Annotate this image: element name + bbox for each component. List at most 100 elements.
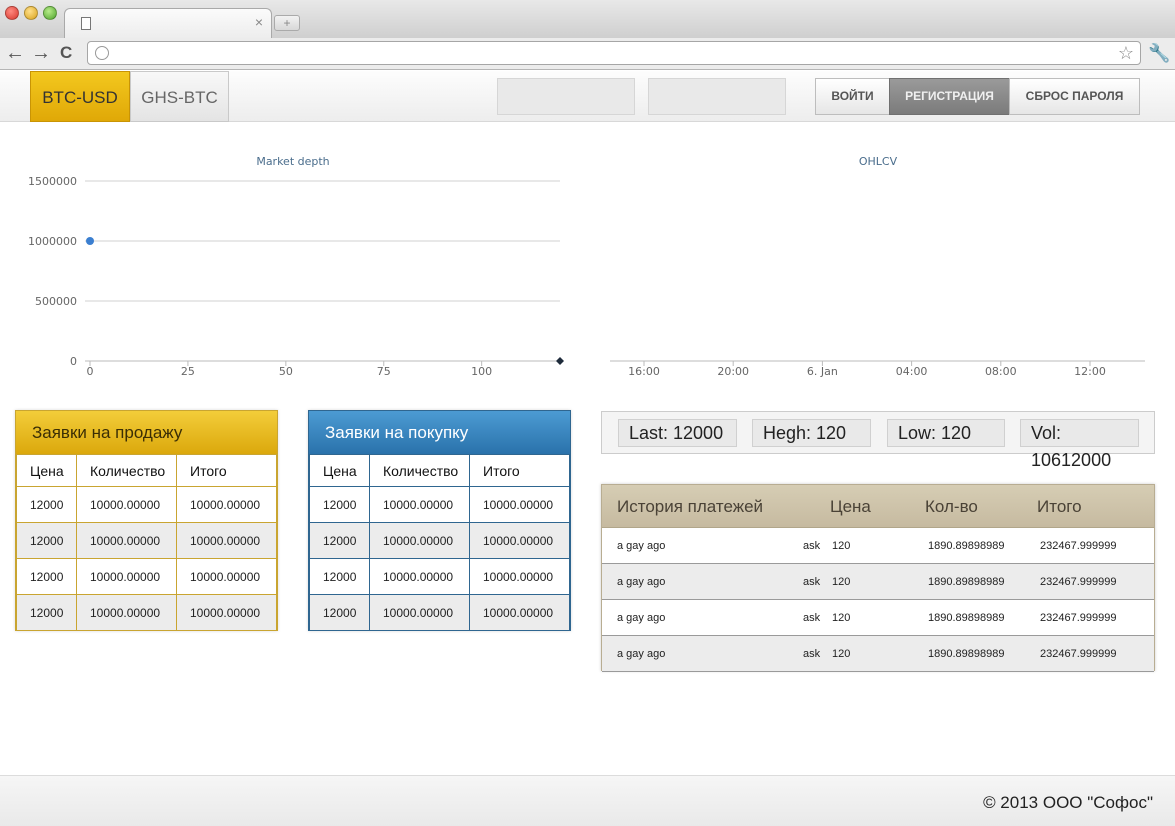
reset-password-button[interactable]: СБРОС ПАРОЛЯ [1009, 78, 1140, 115]
low-price-stat: Low: 120 [887, 419, 1005, 447]
type-cell: ask [803, 612, 821, 624]
type-cell: ask [803, 576, 821, 588]
close-window-button[interactable] [5, 6, 19, 20]
tab-btc-usd[interactable]: BTC-USD [30, 71, 130, 122]
quantity-cell: 10000.00000 [369, 558, 470, 595]
table-row[interactable]: a gay ago ask 120 1890.89898989 232467.9… [602, 528, 1154, 564]
payment-history-title: История платежей [617, 497, 764, 516]
table-row[interactable]: 12000 10000.00000 10000.00000 [16, 522, 277, 559]
table-row[interactable]: 12000 10000.00000 10000.00000 [309, 486, 570, 523]
x-tick-label: 0 [87, 365, 94, 378]
time-cell: a gay ago [617, 612, 666, 624]
table-row[interactable]: 12000 10000.00000 10000.00000 [309, 522, 570, 559]
price-cell: 12000 [309, 558, 370, 595]
last-price-stat: Last: 12000 [618, 419, 737, 447]
price-cell: 120 [832, 648, 851, 660]
price-cell: 12000 [16, 522, 77, 559]
column-header-total: Итого [176, 454, 277, 487]
document-icon [81, 17, 91, 30]
price-cell: 120 [832, 612, 851, 624]
quantity-cell: 10000.00000 [76, 486, 177, 523]
browser-titlebar: × + [0, 0, 1175, 38]
high-price-stat: Hegh: 120 [752, 419, 871, 447]
tab-ghs-btc[interactable]: GHS-BTC [130, 71, 229, 122]
login-button[interactable]: ВОЙТИ [815, 78, 890, 115]
quantity-cell: 10000.00000 [369, 522, 470, 559]
column-header-amount: Кол-во [925, 497, 978, 516]
quantity-cell: 10000.00000 [76, 594, 177, 631]
time-cell: a gay ago [617, 576, 666, 588]
price-cell: 12000 [16, 486, 77, 523]
copyright-text: © 2013 ООО "Софос" [983, 793, 1153, 812]
browser-toolbar: ← → C ☆ 🔧 [0, 38, 1175, 70]
amount-cell: 1890.89898989 [928, 576, 1005, 588]
ohlcv-chart: OHLCV 16:00 20:00 6. Jan 04:00 08:00 12:00 [610, 155, 1145, 378]
table-row[interactable]: 12000 10000.00000 10000.00000 [16, 558, 277, 595]
ohlcv-title: OHLCV [859, 155, 898, 168]
y-tick-label: 0 [70, 355, 77, 368]
tab-close-icon[interactable]: × [255, 14, 263, 30]
sell-orders-title: Заявки на продажу [16, 411, 277, 454]
x-tick-label: 04:00 [896, 365, 928, 378]
table-row[interactable]: 12000 10000.00000 10000.00000 [16, 486, 277, 523]
table-row[interactable]: a gay ago ask 120 1890.89898989 232467.9… [602, 636, 1154, 672]
globe-icon [95, 46, 109, 60]
register-button[interactable]: РЕГИСТРАЦИЯ [889, 78, 1010, 115]
total-cell: 232467.999999 [1040, 612, 1117, 624]
total-cell: 232467.999999 [1040, 648, 1117, 660]
password-input[interactable] [648, 78, 786, 115]
quantity-cell: 10000.00000 [76, 522, 177, 559]
data-point[interactable] [556, 357, 564, 365]
total-cell: 232467.999999 [1040, 576, 1117, 588]
buy-orders-table: Цена Количество Итого 12000 10000.00000 … [309, 454, 570, 631]
volume-stat: Vol: 10612000 [1020, 419, 1139, 470]
address-bar[interactable]: ☆ [87, 41, 1141, 65]
table-row[interactable]: 12000 10000.00000 10000.00000 [309, 558, 570, 595]
column-header-price: Цена [830, 497, 871, 516]
amount-cell: 1890.89898989 [928, 540, 1005, 552]
time-cell: a gay ago [617, 648, 666, 660]
wrench-icon[interactable]: 🔧 [1148, 43, 1170, 63]
data-point[interactable] [86, 237, 94, 245]
page-header: BTC-USD GHS-BTC ВОЙТИ РЕГИСТРАЦИЯ СБРОС … [0, 71, 1175, 122]
market-depth-chart: Market depth 0 500000 1000000 1500000 0 25 50 7… [28, 155, 564, 378]
table-row[interactable]: a gay ago ask 120 1890.89898989 232467.9… [602, 600, 1154, 636]
price-cell: 12000 [309, 594, 370, 631]
page-footer: © 2013 ООО "Софос" [0, 775, 1175, 826]
price-cell: 120 [832, 576, 851, 588]
type-cell: ask [803, 540, 821, 552]
quantity-cell: 10000.00000 [369, 486, 470, 523]
x-tick-label: 100 [471, 365, 492, 378]
total-cell: 232467.999999 [1040, 540, 1117, 552]
forward-arrow-icon[interactable]: → [31, 42, 51, 64]
price-cell: 12000 [16, 594, 77, 631]
back-arrow-icon[interactable]: ← [5, 42, 25, 64]
maximize-window-button[interactable] [43, 6, 57, 20]
reload-icon[interactable]: C [60, 42, 72, 64]
column-header-total: Итого [1037, 497, 1082, 516]
total-cell: 10000.00000 [469, 558, 570, 595]
type-cell: ask [803, 648, 821, 660]
total-cell: 10000.00000 [176, 522, 277, 559]
column-header-total: Итого [469, 454, 570, 487]
ticker-stats: Last: 12000 Hegh: 120 Low: 120 Vol: 1061… [601, 411, 1155, 470]
quantity-cell: 10000.00000 [369, 594, 470, 631]
bookmark-star-icon[interactable]: ☆ [1118, 43, 1134, 63]
total-cell: 10000.00000 [469, 594, 570, 631]
total-cell: 10000.00000 [469, 486, 570, 523]
table-row[interactable]: 12000 10000.00000 10000.00000 [16, 594, 277, 631]
x-tick-label: 08:00 [985, 365, 1017, 378]
price-cell: 12000 [309, 486, 370, 523]
column-header-price: Цена [16, 454, 77, 487]
table-row[interactable]: a gay ago ask 120 1890.89898989 232467.9… [602, 564, 1154, 600]
y-tick-label: 1000000 [28, 235, 77, 248]
login-input[interactable] [497, 78, 635, 115]
new-tab-button[interactable]: + [274, 15, 300, 31]
buy-orders-panel: Заявки на покупку Цена Количество Итого … [308, 410, 571, 631]
total-cell: 10000.00000 [176, 594, 277, 631]
minimize-window-button[interactable] [24, 6, 38, 20]
y-tick-label: 500000 [35, 295, 77, 308]
browser-tab[interactable]: × [64, 8, 272, 38]
y-tick-label: 1500000 [28, 175, 77, 188]
table-row[interactable]: 12000 10000.00000 10000.00000 [309, 594, 570, 631]
